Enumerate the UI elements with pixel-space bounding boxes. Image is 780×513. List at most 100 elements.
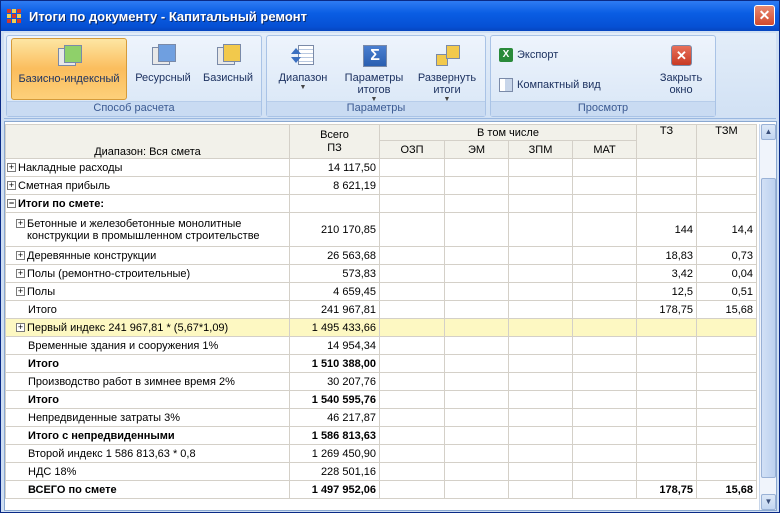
- cell-em[interactable]: [444, 264, 509, 283]
- cell-tz[interactable]: 12,5: [636, 282, 697, 301]
- cell-tz[interactable]: [636, 176, 697, 195]
- cell-ozp[interactable]: [379, 336, 445, 355]
- cell-zpm[interactable]: [508, 264, 573, 283]
- cell-tz[interactable]: [636, 426, 697, 445]
- cell-tz[interactable]: 144: [636, 212, 697, 247]
- cell-tzm[interactable]: [696, 354, 757, 373]
- cell-tzm[interactable]: 14,4: [696, 212, 757, 247]
- expand-icon[interactable]: +: [16, 251, 25, 261]
- col-header-zpm[interactable]: ЗПМ: [508, 140, 573, 159]
- base-index-button[interactable]: Базисно-индексный: [11, 38, 127, 100]
- cell-mat[interactable]: [572, 264, 637, 283]
- cell-zpm[interactable]: [508, 444, 573, 463]
- cell-tzm[interactable]: [696, 372, 757, 391]
- cell-tzm[interactable]: [696, 158, 757, 177]
- cell-tz[interactable]: 178,75: [636, 300, 697, 319]
- cell-ozp[interactable]: [379, 372, 445, 391]
- col-header-tzm[interactable]: ТЗМ: [696, 124, 757, 159]
- table-row[interactable]: Непредвиденные затраты 3% 46 217,87: [5, 408, 757, 427]
- title-bar[interactable]: Итоги по документу - Капитальный ремонт …: [1, 1, 779, 31]
- cell-tz[interactable]: [636, 318, 697, 337]
- col-header-tz[interactable]: ТЗ: [636, 124, 697, 159]
- cell-tz[interactable]: [636, 354, 697, 373]
- cell-total[interactable]: 573,83: [289, 264, 380, 283]
- cell-em[interactable]: [444, 462, 509, 481]
- cell-mat[interactable]: [572, 246, 637, 265]
- cell-ozp[interactable]: [379, 212, 445, 247]
- close-window-button[interactable]: ✕ Закрыть окно: [651, 38, 711, 100]
- cell-tz[interactable]: [636, 408, 697, 427]
- cell-total[interactable]: 46 217,87: [289, 408, 380, 427]
- cell-mat[interactable]: [572, 300, 637, 319]
- cell-ozp[interactable]: [379, 176, 445, 195]
- cell-ozp[interactable]: [379, 282, 445, 301]
- cell-zpm[interactable]: [508, 158, 573, 177]
- cell-tzm[interactable]: 0,04: [696, 264, 757, 283]
- cell-total[interactable]: 4 659,45: [289, 282, 380, 301]
- cell-total[interactable]: 1 269 450,90: [289, 444, 380, 463]
- cell-em[interactable]: [444, 246, 509, 265]
- totals-params-button[interactable]: Σ Параметры итогов ▼: [339, 38, 409, 103]
- col-header-total[interactable]: Всего ПЗ: [289, 124, 380, 159]
- table-row[interactable]: Итого 241 967,81 178,75 15,68: [5, 300, 757, 319]
- expand-icon[interactable]: +: [16, 287, 25, 297]
- cell-zpm[interactable]: [508, 408, 573, 427]
- table-row[interactable]: + Сметная прибыль 8 621,19: [5, 176, 757, 195]
- cell-em[interactable]: [444, 336, 509, 355]
- cell-name[interactable]: + Первый индекс 241 967,81 * (5,67*1,09): [5, 318, 290, 337]
- cell-tzm[interactable]: 0,73: [696, 246, 757, 265]
- cell-total[interactable]: 210 170,85: [289, 212, 380, 247]
- cell-tzm[interactable]: [696, 426, 757, 445]
- cell-zpm[interactable]: [508, 282, 573, 301]
- col-header-range[interactable]: Диапазон: Вся смета: [5, 124, 290, 159]
- table-row[interactable]: ВСЕГО по смете 1 497 952,06 178,75 15,68: [5, 480, 757, 499]
- cell-tzm[interactable]: 15,68: [696, 300, 757, 319]
- cell-tz[interactable]: 178,75: [636, 480, 697, 499]
- table-row[interactable]: Производство работ в зимнее время 2% 30 2…: [5, 372, 757, 391]
- cell-zpm[interactable]: [508, 390, 573, 409]
- cell-ozp[interactable]: [379, 194, 445, 213]
- resource-button[interactable]: Ресурсный: [131, 38, 195, 100]
- cell-em[interactable]: [444, 372, 509, 391]
- cell-tzm[interactable]: [696, 444, 757, 463]
- cell-name[interactable]: Итого: [5, 300, 290, 319]
- cell-zpm[interactable]: [508, 176, 573, 195]
- col-header-em[interactable]: ЭМ: [444, 140, 509, 159]
- cell-ozp[interactable]: [379, 462, 445, 481]
- cell-mat[interactable]: [572, 336, 637, 355]
- expand-totals-button[interactable]: Развернуть итоги ▼: [413, 38, 481, 103]
- cell-name[interactable]: Временные здания и сооружения 1%: [5, 336, 290, 355]
- cell-ozp[interactable]: [379, 246, 445, 265]
- cell-tz[interactable]: [636, 462, 697, 481]
- cell-ozp[interactable]: [379, 444, 445, 463]
- cell-tz[interactable]: 18,83: [636, 246, 697, 265]
- cell-mat[interactable]: [572, 408, 637, 427]
- cell-zpm[interactable]: [508, 212, 573, 247]
- cell-tzm[interactable]: 15,68: [696, 480, 757, 499]
- table-row[interactable]: + Полы (ремонтно-строительные) 573,83 3,42 0…: [5, 264, 757, 283]
- cell-name[interactable]: + Полы (ремонтно-строительные): [5, 264, 290, 283]
- cell-mat[interactable]: [572, 318, 637, 337]
- cell-tz[interactable]: [636, 158, 697, 177]
- table-row[interactable]: + Полы 4 659,45 12,5 0,51: [5, 282, 757, 301]
- cell-tzm[interactable]: [696, 194, 757, 213]
- cell-tz[interactable]: [636, 390, 697, 409]
- table-row[interactable]: Итого 1 510 388,00: [5, 354, 757, 373]
- cell-ozp[interactable]: [379, 408, 445, 427]
- cell-total[interactable]: 1 540 595,76: [289, 390, 380, 409]
- range-button[interactable]: Диапазон ▼: [273, 38, 333, 100]
- cell-ozp[interactable]: [379, 426, 445, 445]
- cell-em[interactable]: [444, 282, 509, 301]
- cell-em[interactable]: [444, 426, 509, 445]
- totals-grid[interactable]: Диапазон: Вся смета Всего ПЗ В том числе …: [4, 121, 777, 511]
- cell-mat[interactable]: [572, 390, 637, 409]
- cell-zpm[interactable]: [508, 480, 573, 499]
- cell-zpm[interactable]: [508, 426, 573, 445]
- cell-tz[interactable]: [636, 444, 697, 463]
- cell-name[interactable]: Итого с непредвиденными: [5, 426, 290, 445]
- cell-mat[interactable]: [572, 372, 637, 391]
- close-icon[interactable]: ✕: [754, 5, 775, 26]
- vertical-scrollbar[interactable]: ▲ ▼: [759, 124, 776, 510]
- compact-view-button[interactable]: Компактный вид: [499, 76, 601, 94]
- cell-em[interactable]: [444, 194, 509, 213]
